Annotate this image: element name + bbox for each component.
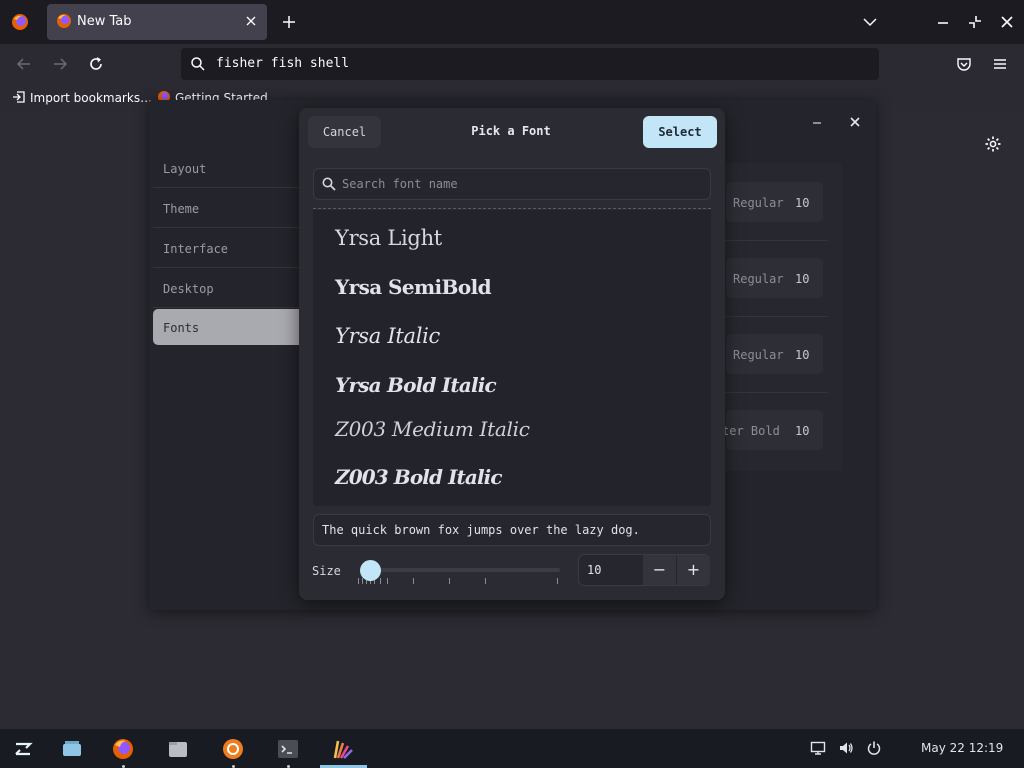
size-slider[interactable] (362, 568, 560, 572)
size-slider-handle[interactable] (360, 560, 381, 581)
close-window-icon[interactable] (849, 116, 861, 128)
forward-arrow-icon[interactable] (52, 56, 68, 72)
sidebar-item-layout[interactable]: Layout (153, 148, 300, 188)
back-arrow-icon[interactable] (16, 56, 32, 72)
search-icon (191, 57, 205, 71)
pocket-icon[interactable] (956, 56, 972, 72)
font-button-1-label: Regular (733, 196, 784, 210)
appearance-icon[interactable] (332, 738, 354, 760)
font-button-3-label: Regular (733, 348, 784, 362)
address-bar[interactable]: fisher fish shell (181, 48, 879, 80)
font-search-input[interactable] (342, 175, 702, 193)
minimize-window-icon[interactable] (936, 15, 950, 29)
bookmark-getting-started[interactable]: Getting Started (157, 90, 268, 100)
font-item-yrsa-light[interactable]: Yrsa Light (335, 226, 442, 250)
import-icon (13, 91, 25, 103)
slider-tick (485, 578, 486, 584)
font-item-z003-bold-italic[interactable]: Z003 Bold Italic (335, 465, 503, 489)
font-item-yrsa-semibold[interactable]: Yrsa SemiBold (335, 275, 492, 299)
dialog-title: Pick a Font (471, 124, 551, 138)
chevron-down-icon[interactable] (862, 15, 878, 29)
sidebar-item-desktop[interactable]: Desktop (153, 268, 300, 308)
slider-tick (449, 578, 450, 584)
software-icon[interactable] (222, 738, 244, 760)
firefox-view-icon[interactable] (11, 13, 29, 31)
font-item-z003-medium-italic[interactable]: Z003 Medium Italic (335, 417, 530, 441)
slider-tick (387, 578, 388, 584)
firefox-favicon-icon (158, 91, 170, 100)
search-icon (322, 177, 336, 191)
firefox-favicon-icon (57, 14, 71, 28)
new-tab-icon[interactable] (281, 14, 297, 30)
font-button-2-label: Regular (733, 272, 784, 286)
minimize-window-icon[interactable] (811, 116, 823, 128)
font-button-3-size: 10 (795, 348, 810, 362)
font-button-2-size: 10 (795, 272, 810, 286)
divider (722, 316, 828, 317)
divider (722, 240, 828, 241)
workspaces-icon[interactable] (61, 738, 83, 760)
slider-tick (557, 578, 558, 584)
font-item-yrsa-bold-italic[interactable]: Yrsa Bold Italic (335, 373, 497, 397)
font-button-4-label: ter Bold (722, 424, 780, 438)
terminal-icon[interactable] (277, 738, 299, 760)
clock[interactable]: May 22 12:19 (921, 741, 1003, 755)
sidebar-item-theme[interactable]: Theme (153, 188, 300, 228)
size-value: 10 (587, 563, 602, 577)
slider-tick (413, 578, 414, 584)
close-tab-icon[interactable] (244, 14, 258, 28)
sidebar-item-fonts[interactable]: Fonts (153, 309, 300, 345)
files-icon[interactable] (167, 738, 189, 760)
bookmark-getting-started-label: Getting Started (175, 91, 268, 100)
font-preview-entry[interactable]: The quick brown fox jumps over the lazy … (313, 514, 711, 546)
firefox-icon[interactable] (112, 738, 134, 760)
sidebar-item-interface[interactable]: Interface (153, 228, 300, 268)
divider (313, 208, 711, 209)
bookmark-import-label: Import bookmarks… (30, 91, 153, 105)
font-search-field[interactable] (313, 168, 711, 200)
font-button-1-size: 10 (795, 196, 810, 210)
volume-icon[interactable] (838, 740, 854, 756)
decrease-size-button[interactable]: − (643, 555, 676, 585)
display-icon[interactable] (810, 740, 826, 756)
zorin-menu-icon[interactable] (12, 738, 34, 760)
slider-tick (380, 578, 381, 584)
restore-window-icon[interactable] (968, 15, 982, 29)
increase-size-button[interactable]: + (677, 555, 710, 585)
size-label: Size (312, 564, 341, 578)
divider (722, 392, 828, 393)
font-list[interactable] (313, 210, 711, 506)
font-item-yrsa-italic[interactable]: Yrsa Italic (335, 324, 440, 348)
slider-tick (358, 578, 359, 584)
tab-new-tab[interactable]: New Tab (47, 4, 267, 40)
cancel-button[interactable]: Cancel (308, 116, 381, 148)
reload-icon[interactable] (88, 56, 104, 72)
select-button[interactable]: Select (643, 116, 717, 148)
hamburger-menu-icon[interactable] (992, 56, 1008, 72)
close-window-icon[interactable] (1000, 15, 1014, 29)
power-icon[interactable] (866, 740, 882, 756)
font-button-4-size: 10 (795, 424, 810, 438)
gear-icon[interactable] (984, 135, 1002, 153)
bookmark-import[interactable]: Import bookmarks… (12, 90, 152, 106)
tab-title: New Tab (77, 14, 132, 29)
address-text: fisher fish shell (216, 56, 350, 71)
slider-tick (362, 578, 363, 584)
